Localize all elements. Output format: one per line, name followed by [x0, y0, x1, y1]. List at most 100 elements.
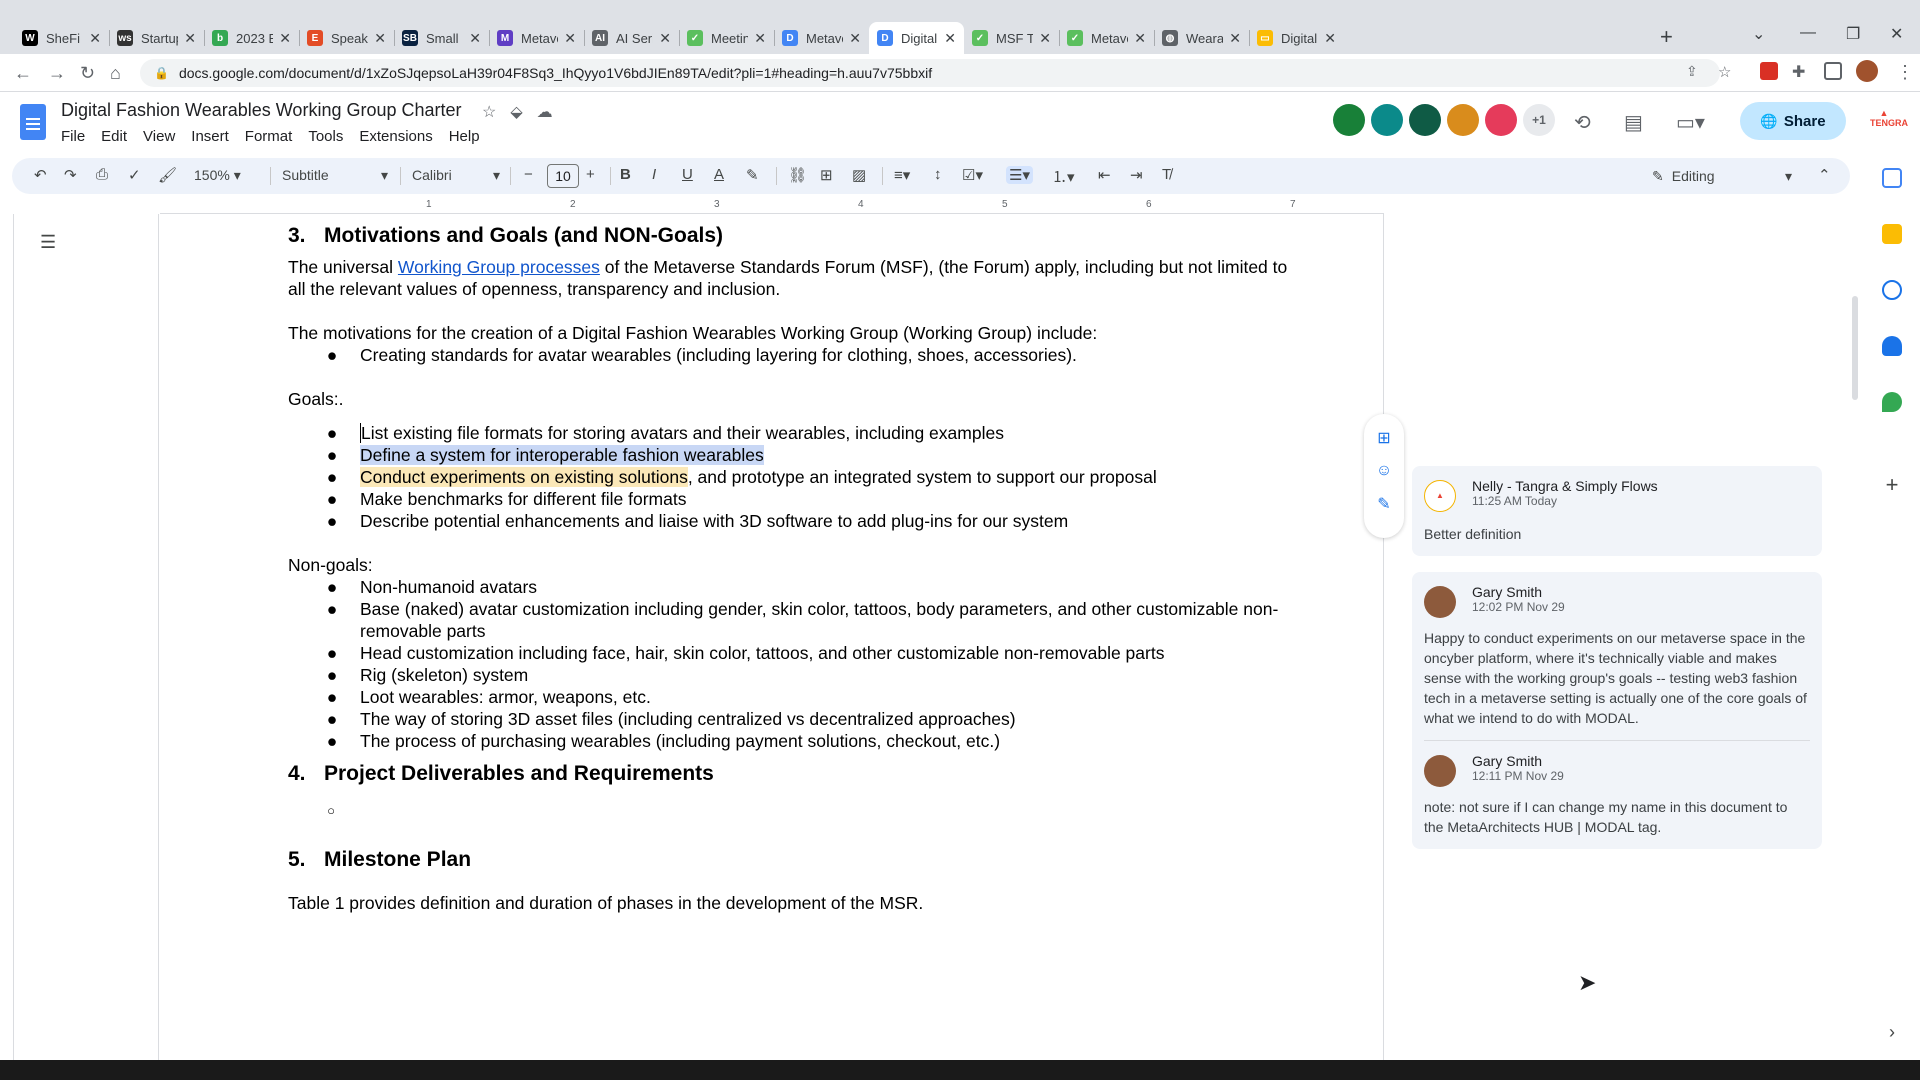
- collaborator-avatar[interactable]: [1371, 104, 1403, 136]
- close-icon[interactable]: ✕: [89, 30, 101, 47]
- italic-icon[interactable]: I: [652, 166, 656, 183]
- show-side-panel-icon[interactable]: ›: [1882, 1022, 1902, 1042]
- undo-icon[interactable]: ↶: [34, 166, 47, 184]
- document-page[interactable]: 3. Motivations and Goals (and NON-Goals)…: [288, 224, 1288, 914]
- menu-tools[interactable]: Tools: [308, 128, 343, 145]
- profile-avatar[interactable]: [1856, 60, 1878, 82]
- tab-search-icon[interactable]: ⌄: [1752, 24, 1765, 44]
- highlight-icon[interactable]: ✎: [746, 166, 759, 184]
- clear-formatting-icon[interactable]: T̸: [1162, 166, 1171, 183]
- comment-thread[interactable]: ▲ Nelly - Tangra & Simply Flows 11:25 AM…: [1412, 466, 1822, 556]
- back-icon[interactable]: ←: [14, 63, 32, 84]
- insert-image-icon[interactable]: ▨: [852, 166, 866, 184]
- document-outline-icon[interactable]: ☰: [40, 232, 56, 253]
- browser-tab[interactable]: ✓ Metaverse ✕: [1059, 22, 1154, 54]
- scrollbar-thumb[interactable]: [1852, 296, 1858, 400]
- numbered-list-icon[interactable]: ⒈▾: [1052, 166, 1075, 187]
- close-icon[interactable]: ✕: [659, 30, 671, 47]
- browser-tab[interactable]: W SheFi Wel ✕: [14, 22, 109, 54]
- browser-tab[interactable]: SB Small Bus ✕: [394, 22, 489, 54]
- collaborator-avatar[interactable]: +1: [1523, 104, 1555, 136]
- collapse-menus-icon[interactable]: ⌃: [1818, 166, 1831, 184]
- contacts-icon[interactable]: [1882, 336, 1902, 356]
- extension-icon[interactable]: [1760, 62, 1778, 80]
- collaborator-avatar[interactable]: [1485, 104, 1517, 136]
- reload-icon[interactable]: ↻: [80, 63, 95, 84]
- collaborator-avatar[interactable]: [1447, 104, 1479, 136]
- browser-tab[interactable]: M Metaverse ✕: [489, 22, 584, 54]
- add-comment-icon[interactable]: ⊞: [820, 166, 833, 184]
- zoom-select[interactable]: 150% ▾: [194, 167, 241, 184]
- underline-icon[interactable]: U: [682, 166, 693, 183]
- doc-title[interactable]: Digital Fashion Wearables Working Group …: [61, 100, 462, 121]
- decrease-font-icon[interactable]: −: [524, 166, 533, 183]
- menu-view[interactable]: View: [143, 128, 175, 145]
- print-icon[interactable]: ⎙: [96, 166, 108, 183]
- collaborator-avatar[interactable]: [1333, 104, 1365, 136]
- calendar-icon[interactable]: [1882, 168, 1902, 188]
- editing-mode-select[interactable]: ✎ Editing ▾: [1652, 162, 1792, 190]
- version-history-icon[interactable]: ⟲: [1574, 110, 1591, 135]
- browser-tab[interactable]: D Metaverse ✕: [774, 22, 869, 54]
- browser-tab[interactable]: E Speakers ✕: [299, 22, 394, 54]
- menu-edit[interactable]: Edit: [101, 128, 127, 145]
- increase-indent-icon[interactable]: ⇥: [1130, 166, 1143, 184]
- menu-help[interactable]: Help: [449, 128, 480, 145]
- font-select[interactable]: Calibri ▾: [412, 167, 500, 183]
- cloud-status-icon[interactable]: ☁: [537, 104, 567, 121]
- url-input[interactable]: 🔒 docs.google.com/document/d/1xZoSJqepso…: [140, 59, 1720, 87]
- link-icon[interactable]: ⛓: [788, 166, 807, 184]
- redo-icon[interactable]: ↷: [64, 166, 77, 184]
- comment-thread[interactable]: Gary Smith 12:02 PM Nov 29 Happy to cond…: [1412, 572, 1822, 849]
- close-icon[interactable]: ✕: [754, 30, 766, 47]
- close-icon[interactable]: ✕: [944, 30, 956, 47]
- close-window-button[interactable]: ✕: [1890, 24, 1903, 44]
- close-icon[interactable]: ✕: [1134, 30, 1146, 47]
- menu-file[interactable]: File: [61, 128, 85, 145]
- bold-icon[interactable]: B: [620, 166, 631, 183]
- browser-menu-icon[interactable]: ⋮: [1896, 62, 1914, 83]
- horizontal-ruler[interactable]: 1 2 3 4 5 6 7: [160, 196, 1384, 214]
- meet-icon[interactable]: ▭▾: [1676, 110, 1705, 135]
- new-tab-button[interactable]: +: [1660, 24, 1673, 50]
- vertical-ruler[interactable]: [0, 214, 14, 1060]
- collaborator-avatar[interactable]: [1409, 104, 1441, 136]
- browser-tab[interactable]: D Digital Fa ✕: [869, 22, 964, 54]
- close-icon[interactable]: ✕: [1039, 30, 1051, 47]
- menu-insert[interactable]: Insert: [191, 128, 229, 145]
- close-icon[interactable]: ✕: [564, 30, 576, 47]
- keep-icon[interactable]: [1882, 224, 1902, 244]
- browser-tab[interactable]: ◍ Wearable ✕: [1154, 22, 1249, 54]
- close-icon[interactable]: ✕: [184, 30, 196, 47]
- forward-icon[interactable]: →: [48, 63, 66, 84]
- emoji-reaction-icon[interactable]: ☺: [1364, 462, 1404, 480]
- lock-icon[interactable]: 🔒: [154, 66, 169, 80]
- browser-tab[interactable]: ws Startup Gr ✕: [109, 22, 204, 54]
- working-group-processes-link[interactable]: Working Group processes: [398, 257, 600, 277]
- text-color-icon[interactable]: A: [714, 166, 724, 183]
- side-panel-icon[interactable]: [1824, 62, 1842, 80]
- browser-tab[interactable]: ✓ Meeting ✕: [679, 22, 774, 54]
- close-icon[interactable]: ✕: [279, 30, 291, 47]
- decrease-indent-icon[interactable]: ⇤: [1098, 166, 1111, 184]
- close-icon[interactable]: ✕: [469, 30, 481, 47]
- style-select[interactable]: Subtitle ▾: [282, 167, 388, 183]
- browser-tab[interactable]: AI AI Series ✕: [584, 22, 679, 54]
- share-button[interactable]: 🌐 Share: [1740, 102, 1846, 140]
- paint-format-icon[interactable]: 🖌: [158, 166, 177, 184]
- close-icon[interactable]: ✕: [374, 30, 386, 47]
- docs-logo-icon[interactable]: [20, 104, 46, 140]
- bulleted-list-icon[interactable]: ☰▾: [1006, 166, 1033, 184]
- home-icon[interactable]: ⌂: [110, 63, 121, 84]
- share-page-icon[interactable]: ⇪: [1686, 63, 1698, 80]
- browser-tab[interactable]: ▭ Digital Fa ✕: [1249, 22, 1344, 54]
- bookmark-star-icon[interactable]: ☆: [1718, 63, 1731, 81]
- browser-tab[interactable]: b 2023 BioP ✕: [204, 22, 299, 54]
- suggest-edits-icon[interactable]: ✎: [1364, 494, 1404, 514]
- commented-text[interactable]: Conduct experiments on existing solution…: [360, 467, 688, 487]
- close-icon[interactable]: ✕: [1324, 30, 1336, 47]
- comments-icon[interactable]: ▤: [1624, 110, 1643, 135]
- align-icon[interactable]: ≡▾: [894, 166, 910, 184]
- add-comment-icon[interactable]: ⊞: [1364, 428, 1404, 448]
- increase-font-icon[interactable]: +: [586, 166, 595, 183]
